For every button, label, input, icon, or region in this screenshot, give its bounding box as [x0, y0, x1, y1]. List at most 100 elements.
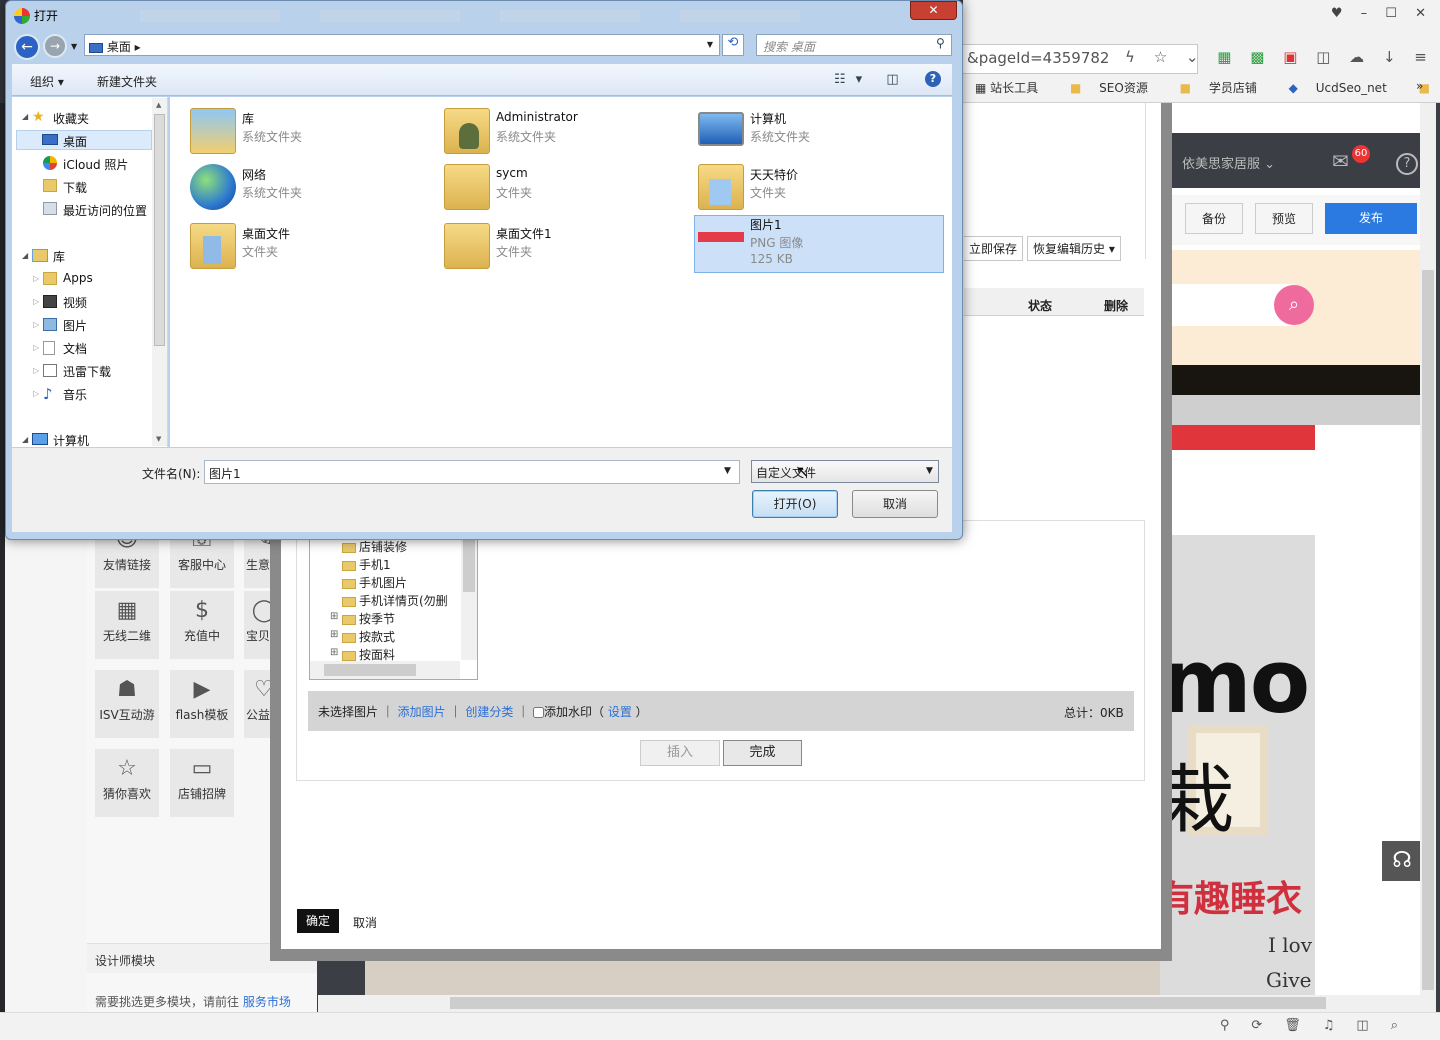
file-item[interactable]: 天天特价 文件夹: [698, 162, 938, 212]
backup-button[interactable]: 备份: [1185, 203, 1243, 234]
expand-icon[interactable]: ▷: [33, 366, 39, 375]
modal-cancel-button[interactable]: 取消: [353, 914, 377, 931]
tree-item[interactable]: ⊞ 按季节: [330, 610, 395, 627]
history-dropdown-icon[interactable]: ▼: [71, 42, 77, 51]
expand-icon[interactable]: ▷: [33, 274, 39, 283]
expand-icon[interactable]: ⊞: [330, 647, 338, 658]
publish-button[interactable]: 发布: [1325, 203, 1417, 234]
dialog-search-input[interactable]: 搜索 桌面: [756, 34, 952, 56]
menu-icon[interactable]: ≡: [1414, 48, 1434, 66]
back-arrow-icon[interactable]: ←: [14, 34, 40, 60]
cancel-button[interactable]: 取消: [852, 490, 938, 518]
module-tile[interactable]: ▶ flash模板: [170, 670, 234, 738]
tree-item[interactable]: ⊞ 按款式: [330, 628, 395, 645]
module-tile[interactable]: $ 充值中: [170, 591, 234, 659]
nav-favorites[interactable]: 收藏夹: [53, 110, 89, 127]
file-item[interactable]: 计算机 系统文件夹: [698, 106, 938, 156]
module-tile[interactable]: ▦ 无线二维: [95, 591, 159, 659]
maximize-icon[interactable]: ☐: [1385, 6, 1397, 21]
star-icon[interactable]: ☆: [1154, 48, 1174, 66]
dropdown-icon[interactable]: ⌄: [1186, 48, 1206, 66]
expand-icon[interactable]: ⊞: [330, 611, 338, 622]
bookmarks-more-button[interactable]: »: [1416, 79, 1423, 93]
breadcrumb-arrow-icon[interactable]: ▸: [135, 40, 141, 54]
expand-icon[interactable]: ▷: [33, 320, 39, 329]
view-icon[interactable]: ☷▾: [834, 72, 872, 87]
open-button[interactable]: 打开(O): [752, 490, 838, 518]
expand-icon[interactable]: ▷: [33, 297, 39, 306]
dialog-close-button[interactable]: ✕: [910, 1, 957, 20]
tree-hscrollbar[interactable]: [310, 661, 460, 679]
add-image-link[interactable]: 添加图片: [398, 705, 446, 719]
forward-arrow-icon[interactable]: →: [43, 34, 67, 58]
file-item[interactable]: 桌面文件 文件夹: [190, 221, 430, 271]
lightning-icon[interactable]: ϟ: [1125, 48, 1142, 66]
tree-item[interactable]: 手机1: [342, 556, 391, 573]
organize-button[interactable]: 组织 ▾: [30, 73, 64, 90]
red-ext-icon[interactable]: ▣: [1283, 48, 1304, 66]
nav-thunder[interactable]: 迅雷下载: [63, 363, 111, 380]
module-tile[interactable]: ☗ ISV互动游: [95, 670, 159, 738]
nav-videos[interactable]: 视频: [63, 294, 87, 311]
mail-icon[interactable]: ✉: [1332, 149, 1349, 173]
search-icon[interactable]: ⚲: [936, 36, 945, 50]
cloud-icon[interactable]: ☁: [1349, 48, 1371, 66]
expand-icon[interactable]: ▷: [33, 389, 39, 398]
robot-icon[interactable]: ▩: [1250, 48, 1271, 66]
scrollbar-thumb[interactable]: [1422, 270, 1434, 990]
filetype-select[interactable]: 自定义文件: [751, 460, 939, 483]
confirm-button[interactable]: 确定: [297, 909, 339, 933]
file-item[interactable]: 桌面文件1 文件夹: [444, 221, 684, 271]
nav-scroll-thumb[interactable]: [154, 114, 165, 346]
help-icon[interactable]: ?: [925, 71, 941, 87]
filename-dropdown-icon[interactable]: ▼: [724, 466, 731, 476]
watermark-settings-link[interactable]: 设置: [608, 705, 632, 719]
restore-history-button[interactable]: 恢复编辑历史 ▾: [1027, 236, 1121, 261]
download-icon[interactable]: ↓: [1383, 48, 1403, 66]
bookmark-item[interactable]: ■ 学员店铺: [1180, 81, 1271, 95]
preview-button[interactable]: 预览: [1255, 203, 1313, 234]
tree-hscroll-thumb[interactable]: [324, 664, 416, 676]
bookmark-item[interactable]: ▦ 站长工具: [975, 81, 1052, 95]
collapse-icon[interactable]: ◢: [22, 435, 28, 444]
window-controls[interactable]: ♥ – ☐ ✕: [1317, 6, 1426, 21]
nav-recent[interactable]: 最近访问的位置: [63, 202, 147, 219]
nav-desktop[interactable]: 桌面: [63, 133, 87, 150]
tree-item[interactable]: 手机图片: [342, 574, 407, 591]
file-item[interactable]: sycm 文件夹: [444, 162, 684, 212]
save-now-button[interactable]: 立即保存: [964, 236, 1024, 261]
file-item[interactable]: 网络 系统文件夹: [190, 162, 430, 212]
file-item-selected[interactable]: 图片1 PNG 图像 125 KB: [698, 212, 938, 272]
insert-button[interactable]: 插入: [640, 740, 720, 766]
help-icon[interactable]: ?: [1396, 153, 1418, 175]
minimize-icon[interactable]: –: [1361, 6, 1368, 21]
hscroll-thumb[interactable]: [450, 997, 1326, 1009]
done-button[interactable]: 完成: [723, 740, 802, 766]
nav-library[interactable]: 库: [53, 248, 65, 265]
nav-icloud[interactable]: iCloud 照片: [63, 156, 128, 173]
shop-name[interactable]: 依美思家居服 ⌄: [1182, 153, 1275, 172]
bookmark-item[interactable]: ◆ UcdSeo_net: [1289, 81, 1401, 95]
nav-music[interactable]: 音乐: [63, 386, 87, 403]
address-dropdown-icon[interactable]: ▼: [707, 40, 713, 49]
tree-scroll-thumb[interactable]: [463, 540, 475, 592]
nav-downloads[interactable]: 下载: [63, 179, 87, 196]
browser-nav-icons[interactable]: ϟ ☆ ⌄ ▦ ▩ ▣ ◫ ☁ ↓ ≡: [1125, 48, 1434, 66]
nav-documents[interactable]: 文档: [63, 340, 87, 357]
tree-scrollbar[interactable]: [461, 536, 477, 660]
nav-computer[interactable]: 计算机: [53, 432, 89, 449]
status-icons[interactable]: ⚲⟳🗑♫◫⌕: [1220, 1018, 1420, 1033]
scroll-up-icon[interactable]: ▲: [156, 101, 161, 109]
scroll-down-icon[interactable]: ▼: [156, 435, 161, 443]
nav-pictures[interactable]: 图片: [63, 317, 87, 334]
nav-apps[interactable]: Apps: [63, 271, 93, 285]
service-market-link[interactable]: 服务市场: [243, 995, 291, 1009]
close-icon[interactable]: ✕: [1415, 6, 1426, 21]
expand-icon[interactable]: ▷: [33, 343, 39, 352]
refresh-icon[interactable]: ⟲: [722, 34, 744, 56]
filetype-dropdown-icon[interactable]: ▼: [926, 466, 933, 476]
file-item[interactable]: Administrator 系统文件夹: [444, 106, 684, 156]
file-item[interactable]: 库 系统文件夹: [190, 106, 430, 156]
tree-item[interactable]: 店铺装修: [342, 538, 407, 555]
support-icon[interactable]: ☊: [1382, 841, 1422, 881]
